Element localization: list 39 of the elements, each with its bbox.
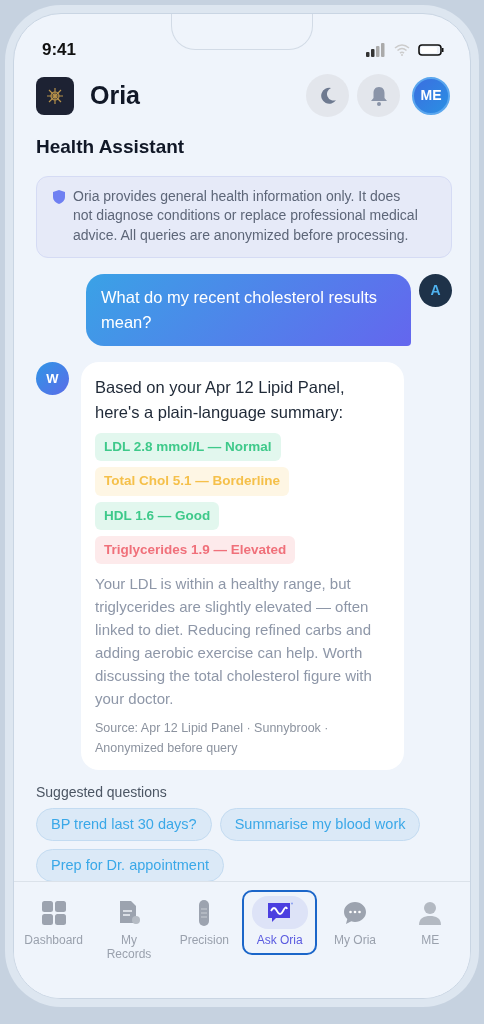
nav-tab[interactable]: My Records (91, 890, 167, 969)
dark-mode-button[interactable] (306, 74, 349, 117)
user-avatar: A (419, 274, 452, 307)
nav-tab[interactable]: Precision (166, 890, 242, 955)
suggestion-chip[interactable]: Prep for Dr. appointment (36, 849, 224, 881)
suggestion-chip[interactable]: Summarise my blood work (219, 808, 421, 841)
nav-tab[interactable]: Dashboard (16, 890, 92, 955)
result-tag: HDL 1.6 — Good (95, 501, 220, 530)
bell-icon (368, 84, 389, 107)
user-message: What do my recent cholesterol results mean? (86, 274, 411, 346)
app-name: Oria (90, 79, 141, 111)
document-icon (118, 900, 140, 925)
battery-icon (418, 44, 444, 56)
person-icon (419, 900, 442, 925)
pill-icon (199, 899, 210, 926)
chat-bubble-icon (342, 900, 367, 925)
profile-avatar[interactable]: ME (412, 76, 450, 115)
suggestion-chip[interactable]: BP trend last 30 days? (36, 808, 212, 841)
disclaimer-text: Oria provides general health information only. It does not diagnose conditions or replace professional medical advice. All queries are anonymized before processing. (73, 186, 419, 245)
source-note: Source: Apr 12 Lipid Panel · Sunnybrook · Anonymized before query (95, 720, 330, 757)
wifi-icon (394, 44, 410, 56)
signal-icon (366, 43, 386, 57)
message-text: Your LDL is within a healthy range, but triglycerides are slightly elevated — often linked to diet. Reducing refined carbs and adding aerobic exercise can help. Worth discussing the total cholesterol figure with your doctor. (95, 574, 373, 709)
result-tag: LDL 2.8 mmol/L — Normal (95, 433, 281, 462)
page-title: Health Assistant (36, 135, 186, 159)
result-tag: Total Chol 5.1 — Borderline (95, 467, 290, 496)
notification-button[interactable] (357, 74, 400, 117)
nav-tab[interactable]: Ask Oria (242, 890, 318, 955)
status-time: 9:41 (42, 39, 77, 62)
message-text: Based on your Apr 12 Lipid Panel, here's a plain-language summary: (95, 377, 346, 423)
nav-tab[interactable]: ME (392, 890, 468, 955)
assistant-avatar: W (36, 362, 69, 395)
section-label: Suggested questions (36, 783, 168, 802)
nav-tab[interactable]: My Oria (317, 890, 393, 955)
app-logo (36, 76, 74, 115)
dashboard-icon (41, 900, 66, 925)
shield-icon (53, 189, 65, 204)
result-tag: Triglycerides 1.9 — Elevated (95, 535, 296, 564)
chat-pulse-icon (266, 901, 293, 924)
